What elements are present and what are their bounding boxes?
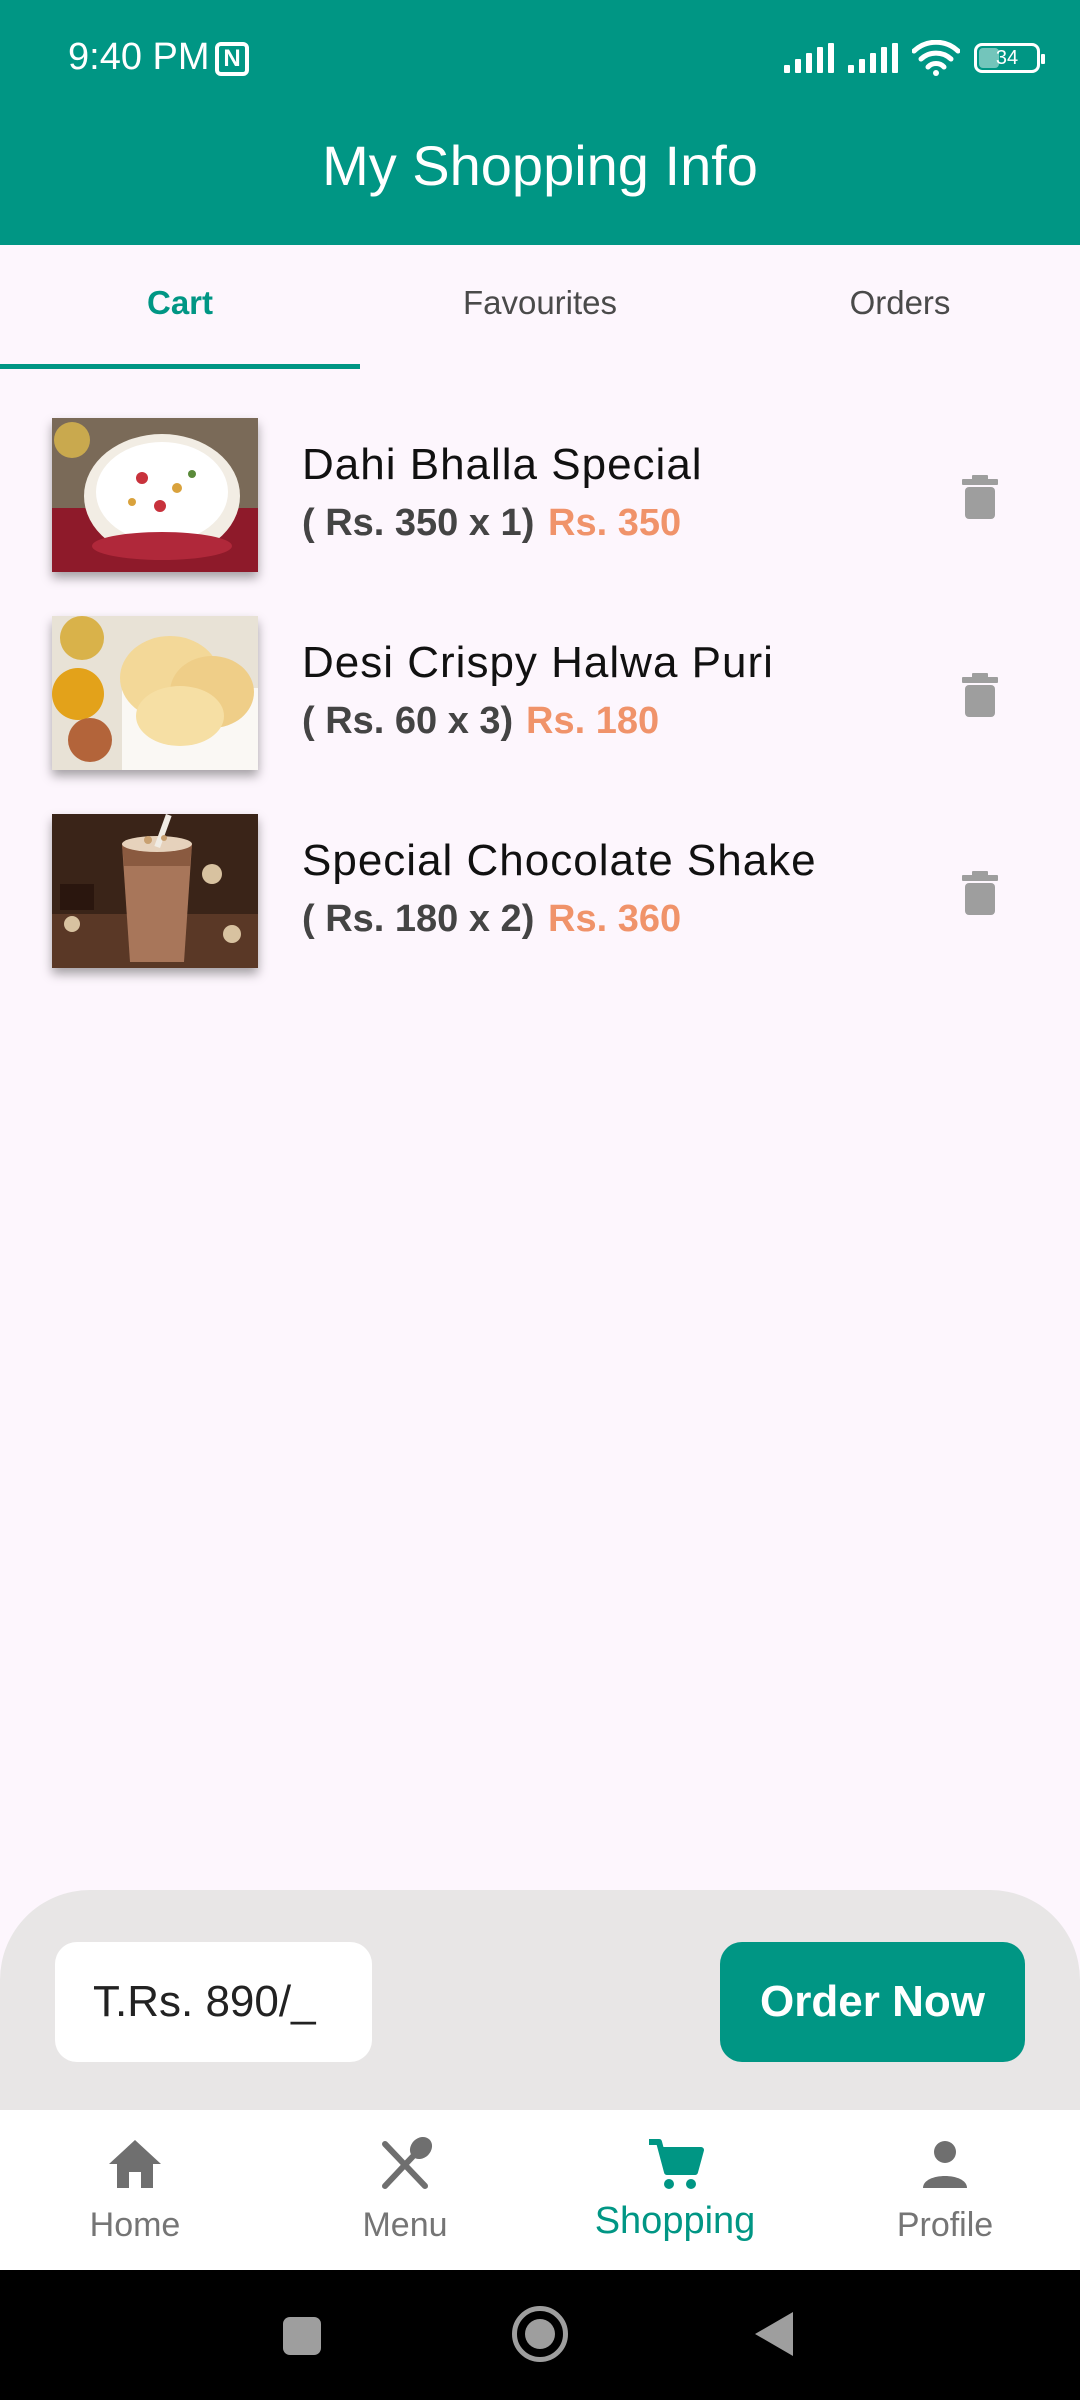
wifi-icon: [912, 40, 960, 76]
battery-level: 34: [995, 46, 1019, 69]
cart-item[interactable]: Dahi Bhalla Special ( Rs. 350 x 1) Rs. 3…: [0, 400, 1080, 598]
home-button[interactable]: [512, 2306, 568, 2362]
nfc-icon: N: [215, 42, 249, 76]
tab-favourites[interactable]: Favourites: [360, 245, 720, 369]
back-button[interactable]: [755, 2312, 793, 2356]
battery-icon: 34: [974, 43, 1045, 73]
cart-item[interactable]: Special Chocolate Shake ( Rs. 180 x 2) R…: [0, 796, 1080, 994]
tab-cart[interactable]: Cart: [0, 245, 360, 369]
utensils-icon: [382, 2136, 433, 2189]
cart-icon: [649, 2139, 704, 2189]
item-total: Rs. 180: [526, 700, 660, 742]
item-name: Special Chocolate Shake: [302, 836, 817, 885]
item-quantity: ( Rs. 350 x 1): [302, 502, 535, 544]
order-now-button[interactable]: Order Now: [720, 1942, 1025, 2062]
item-quantity: ( Rs. 60 x 3): [302, 700, 514, 742]
item-quantity: ( Rs. 180 x 2): [302, 898, 535, 940]
tab-orders[interactable]: Orders: [720, 245, 1080, 369]
nav-profile[interactable]: Profile: [810, 2110, 1080, 2270]
nav-shopping[interactable]: Shopping: [540, 2110, 810, 2270]
nav-shopping-label: Shopping: [594, 2200, 756, 2242]
nav-menu-label: Menu: [362, 2206, 448, 2244]
cart-item[interactable]: Desi Crispy Halwa Puri ( Rs. 60 x 3) Rs.…: [0, 598, 1080, 796]
system-nav-bar: [0, 2270, 1080, 2400]
halwa-puri-image: [52, 616, 258, 770]
item-name: Dahi Bhalla Special: [302, 440, 703, 489]
person-icon: [923, 2141, 967, 2188]
delete-icon[interactable]: [962, 871, 998, 915]
app-bar: 9:40 PM N 34 My Shopping Info: [0, 0, 1080, 245]
nav-menu[interactable]: Menu: [270, 2110, 540, 2270]
bottom-nav: Home Menu Shopping Profile: [0, 2110, 1080, 2270]
nav-profile-label: Profile: [896, 2206, 994, 2244]
delete-icon[interactable]: [962, 475, 998, 519]
signal-icon: [848, 43, 898, 73]
item-name: Desi Crispy Halwa Puri: [302, 638, 774, 687]
cart-list: Dahi Bhalla Special ( Rs. 350 x 1) Rs. 3…: [0, 400, 1080, 994]
status-icons: 34: [784, 38, 1045, 78]
tab-bar: Cart Favourites Orders: [0, 245, 1080, 369]
home-icon: [109, 2140, 161, 2188]
chocolate-shake-image: [52, 814, 258, 968]
dahi-bhalla-image: [52, 418, 258, 572]
cart-total: T.Rs. 890/_: [55, 1942, 372, 2062]
item-total: Rs. 350: [548, 502, 682, 544]
item-total: Rs. 360: [548, 898, 682, 940]
signal-icon: [784, 43, 834, 73]
recents-button[interactable]: [283, 2317, 321, 2355]
nav-home[interactable]: Home: [0, 2110, 270, 2270]
nav-home-label: Home: [89, 2206, 181, 2244]
delete-icon[interactable]: [962, 673, 998, 717]
checkout-bar: T.Rs. 890/_ Order Now: [0, 1890, 1080, 2110]
status-time: 9:40 PM: [68, 36, 210, 78]
page-title: My Shopping Info: [322, 134, 758, 197]
